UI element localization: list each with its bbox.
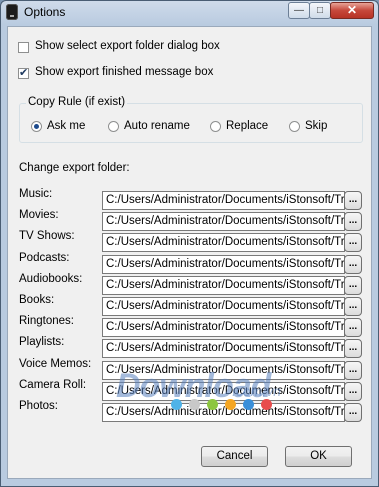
maximize-button[interactable]: □ (309, 2, 331, 19)
folder-path-field[interactable]: C:/Users/Administrator/Documents/iStonso… (102, 318, 345, 338)
folder-label: Camera Roll: (19, 378, 87, 391)
folder-path-field[interactable]: C:/Users/Administrator/Documents/iStonso… (102, 212, 345, 232)
watermark-dot (207, 399, 218, 410)
browse-button[interactable]: ... (344, 339, 362, 359)
watermark-dot (243, 399, 254, 410)
folder-label: Voice Memos: (19, 357, 92, 370)
browse-button[interactable]: ... (344, 233, 362, 253)
cancel-button[interactable]: Cancel (201, 446, 268, 467)
folder-path-field[interactable]: C:/Users/Administrator/Documents/iStonso… (102, 254, 345, 274)
close-button[interactable]: ✕ (330, 2, 374, 19)
ask-me-label: Ask me (47, 120, 86, 132)
browse-button[interactable]: ... (344, 318, 362, 338)
ok-button[interactable]: OK (285, 446, 352, 467)
folder-label: Audiobooks: (19, 272, 83, 285)
folder-path-field[interactable]: C:/Users/Administrator/Documents/iStonso… (102, 275, 345, 295)
options-panel: Show select export folder dialog box Sho… (7, 26, 372, 479)
browse-button[interactable]: ... (344, 381, 362, 401)
folder-label: Music: (19, 188, 53, 200)
folder-label: Playlists: (19, 336, 65, 349)
folder-label: Ringtones: (19, 315, 74, 328)
watermark-suffix: .com.vn (232, 383, 282, 399)
watermark-dot (189, 399, 200, 410)
folder-label: Podcasts: (19, 251, 70, 264)
finished-message-checkbox[interactable] (18, 66, 29, 79)
app-icon (6, 4, 18, 20)
folder-label: Books: (19, 294, 55, 306)
folder-label: TV Shows: (19, 230, 75, 243)
folder-label: Photos: (19, 400, 58, 412)
finished-message-label: Show export finished message box (35, 66, 214, 78)
folder-path-field[interactable]: C:/Users/Administrator/Documents/iStonso… (102, 191, 345, 210)
watermark-dot (171, 399, 182, 410)
folder-path-field[interactable]: C:/Users/Administrator/Documents/iStonso… (102, 233, 345, 253)
skip-radio[interactable] (289, 121, 300, 132)
folder-label: Movies: (19, 209, 59, 222)
copy-rule-group: Copy Rule (if exist) Ask me Auto rename … (19, 96, 363, 143)
folder-path-field[interactable]: C:/Users/Administrator/Documents/iStonso… (102, 297, 345, 316)
browse-button[interactable]: ... (344, 297, 362, 316)
browse-button[interactable]: ... (344, 254, 362, 274)
select-folder-dialog-label: Show select export folder dialog box (35, 40, 220, 52)
window-title: Options (24, 5, 66, 19)
browse-button[interactable]: ... (344, 191, 362, 210)
ask-me-radio[interactable] (31, 121, 42, 132)
options-window: Options — □ ✕ Show select export folder … (0, 0, 379, 487)
watermark-dot (225, 399, 236, 410)
replace-radio[interactable] (210, 121, 221, 132)
copy-rule-label: Copy Rule (if exist) (26, 96, 128, 108)
minimize-button[interactable]: — (288, 2, 310, 19)
browse-button[interactable]: ... (344, 403, 362, 422)
browse-button[interactable]: ... (344, 360, 362, 380)
auto-rename-radio[interactable] (108, 121, 119, 132)
auto-rename-label: Auto rename (124, 120, 190, 132)
browse-button[interactable]: ... (344, 212, 362, 232)
browse-button[interactable]: ... (344, 275, 362, 295)
export-folder-heading: Change export folder: (19, 162, 130, 174)
skip-label: Skip (305, 120, 328, 132)
watermark-dot (261, 399, 272, 410)
select-folder-dialog-checkbox[interactable] (18, 42, 29, 53)
folder-path-field[interactable]: C:/Users/Administrator/Documents/iStonso… (102, 339, 345, 359)
title-bar[interactable]: Options — □ ✕ (1, 1, 378, 23)
replace-label: Replace (226, 120, 269, 132)
